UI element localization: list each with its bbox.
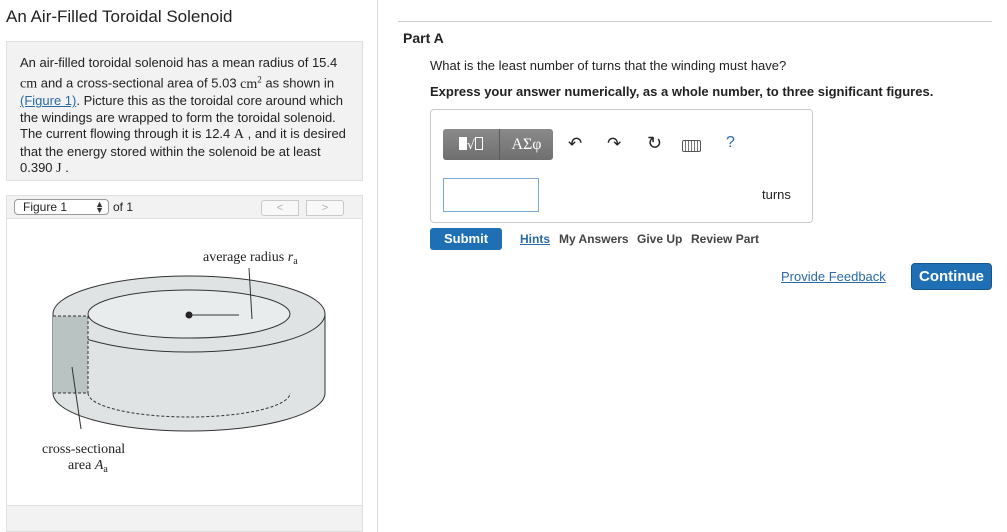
cross-section [53,316,88,393]
give-up-link[interactable]: Give Up [637,232,682,246]
problem-text: An air-filled toroidal solenoid has a me… [20,55,338,70]
divider [398,21,992,22]
answer-instruction: Express your answer numerically, as a wh… [430,84,934,99]
problem-column: An Air-Filled Toroidal Solenoid An air-f… [0,0,378,532]
unit-amp: A [233,127,245,143]
hints-link[interactable]: Hints [520,232,550,246]
part-title: Part A [403,30,444,46]
previous-figure-button[interactable]: < [261,200,299,216]
templates-button[interactable]: √ [443,129,500,160]
problem-text: as shown in [261,76,335,92]
continue-button[interactable]: Continue [911,263,992,290]
math-toolbar: √ ΑΣφ [443,129,553,160]
area-label-line2: area Aa [68,458,108,475]
figure-link[interactable]: (Figure 1) [20,93,76,108]
next-figure-button[interactable]: > [306,200,344,216]
figure-select-value: Figure 1 [23,200,68,214]
undo-icon[interactable]: ↶ [568,134,582,154]
figure-panel: average radius ra cross-sectional area A… [6,219,363,505]
problem-statement: An air-filled toroidal solenoid has a me… [6,41,363,181]
figure-footer [6,505,363,532]
problem-text: . [61,160,69,176]
help-button[interactable]: ? [726,134,735,152]
answer-panel: √ ΑΣφ ↶ ↷ ↻ ? turns [430,109,813,223]
submit-button[interactable]: Submit [430,228,502,250]
provide-feedback-link[interactable]: Provide Feedback [781,269,886,284]
question-text: What is the least number of turns that t… [430,58,787,73]
answer-unit: turns [762,187,791,202]
reset-icon[interactable]: ↻ [647,133,662,154]
figure-navigation: Figure 1 ▲ ▼ of 1 < > [6,195,363,219]
area-label-line1: cross-sectional [42,442,125,457]
keyboard-icon[interactable] [682,140,701,152]
my-answers-link[interactable]: My Answers [559,232,629,246]
unit-cm2: cm2 [240,74,262,93]
radius-label: average radius ra [203,250,298,267]
figure-count: of 1 [113,200,134,214]
unit-cm: cm [20,77,38,93]
redo-icon[interactable]: ↷ [607,134,621,154]
problem-text: and a cross-sectional area of 5.03 [37,76,241,92]
page-title: An Air-Filled Toroidal Solenoid [6,7,233,26]
symbols-button[interactable]: ΑΣφ [500,129,553,160]
figure-select[interactable]: Figure 1 ▲ ▼ [14,199,109,215]
review-part-link[interactable]: Review Part [691,232,759,246]
toroid-diagram: average radius ra cross-sectional area A… [42,250,326,475]
answer-input[interactable] [443,178,539,212]
select-arrows-icon: ▲ ▼ [95,199,104,215]
templates-icon: √ [458,136,484,153]
